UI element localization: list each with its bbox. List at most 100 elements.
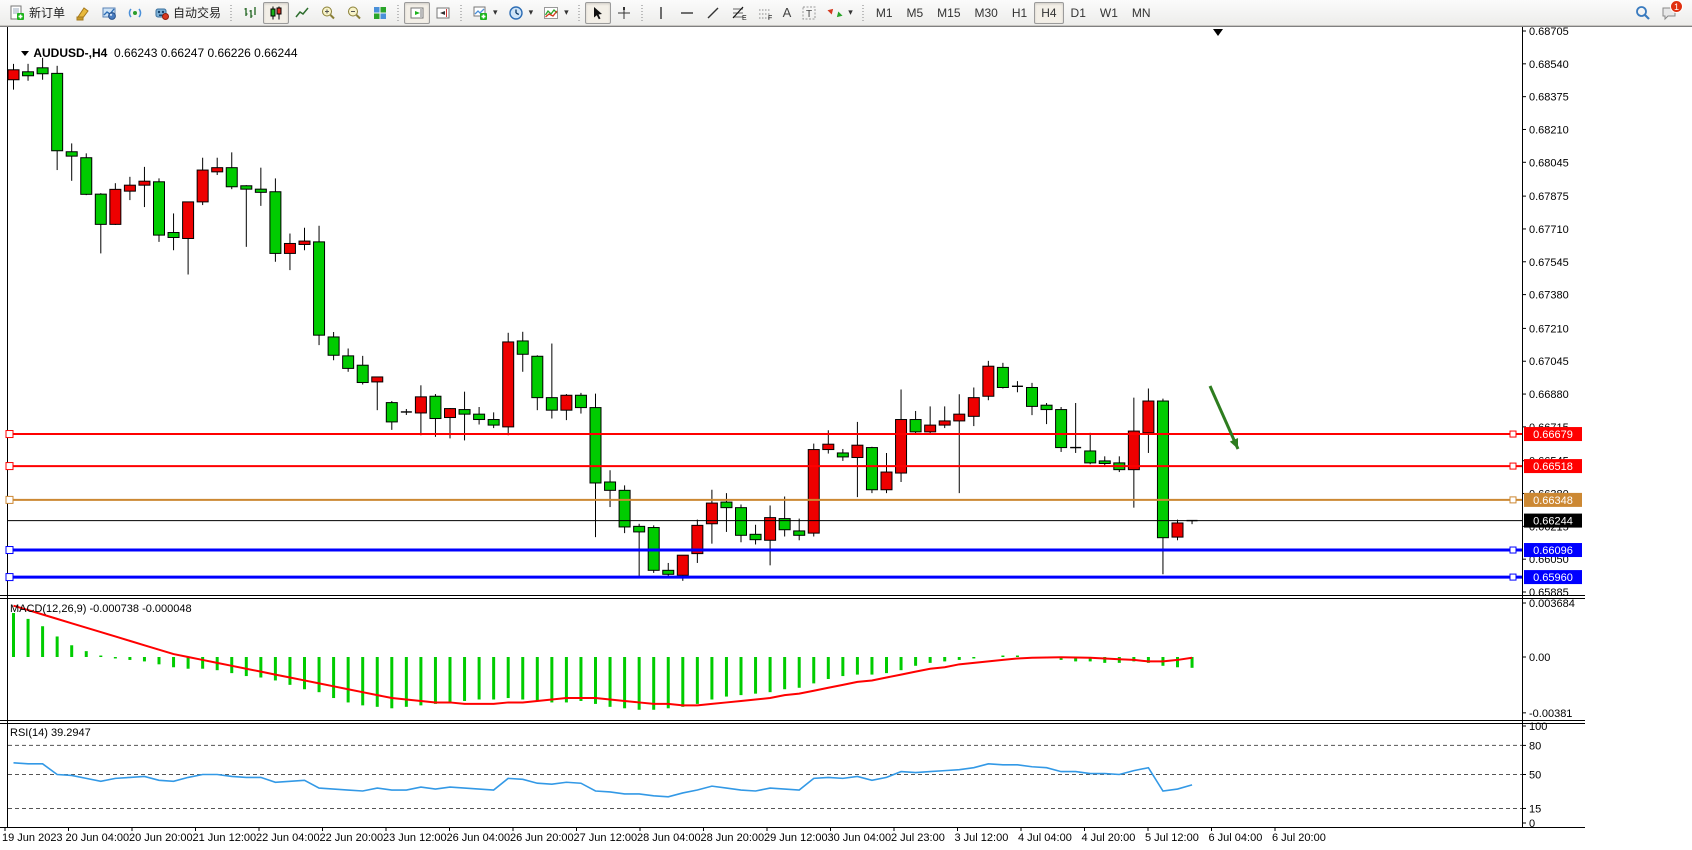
line-chart-icon	[294, 5, 310, 21]
candle-body	[721, 502, 732, 508]
auto-trading-button[interactable]: 自动交易	[148, 2, 226, 24]
symbol-collapse-icon[interactable]	[21, 51, 29, 56]
signals-button[interactable]	[122, 2, 148, 24]
rsi-tick-label: 80	[1529, 740, 1541, 752]
candle-body	[837, 453, 848, 457]
hline-left-handle[interactable]	[6, 574, 13, 581]
text-label-letter: T	[806, 9, 812, 20]
candlestick-chart-type-button[interactable]	[263, 2, 289, 24]
chat-bubble-icon: 1	[1661, 5, 1677, 21]
text-tool-label: A	[783, 5, 792, 20]
hline-left-handle[interactable]	[6, 547, 13, 554]
macd-tick-label: 0.00	[1529, 652, 1550, 664]
toolbar-separator	[228, 3, 235, 23]
candle-body	[663, 570, 674, 574]
search-button[interactable]	[1630, 2, 1656, 24]
price-tag-label: 0.66518	[1533, 461, 1573, 473]
metaeditor-button[interactable]	[70, 2, 96, 24]
svg-text:F: F	[768, 15, 772, 21]
new-chart-dropdown[interactable]: ▾	[467, 2, 503, 24]
timeframe-button-m15[interactable]: M15	[930, 2, 967, 24]
new-order-button[interactable]: 新订单	[4, 2, 70, 24]
candlestick-chart-icon	[268, 5, 284, 21]
candle-body	[212, 168, 223, 172]
candle-body	[590, 408, 601, 483]
chart-ohlc-values: 0.66243 0.66247 0.66226 0.66244	[114, 46, 298, 60]
chart-window[interactable]: 0.687050.685400.683750.682100.680450.678…	[0, 26, 1692, 850]
time-tick-label: 2 Jul 23:00	[891, 832, 945, 844]
vertical-line-tool-button[interactable]	[648, 2, 674, 24]
candle-body	[866, 448, 877, 490]
chart-shift-button[interactable]	[430, 2, 456, 24]
period-dropdown[interactable]: ▾	[503, 2, 539, 24]
new-order-icon	[9, 5, 25, 21]
candle-body	[750, 534, 761, 539]
price-tick-label: 0.66880	[1529, 389, 1569, 401]
hline-right-handle[interactable]	[1510, 431, 1516, 437]
candle-body	[1085, 451, 1096, 463]
arrows-tool-dropdown[interactable]: ▾	[822, 2, 858, 24]
timeframe-button-m5[interactable]: M5	[900, 2, 931, 24]
fibonacci-tool-button[interactable]: E	[726, 2, 752, 24]
hline-left-handle[interactable]	[6, 463, 13, 470]
indicators-dropdown[interactable]: ▾	[538, 2, 574, 24]
hline-right-handle[interactable]	[1510, 497, 1516, 503]
horizontal-line-tool-button[interactable]	[674, 2, 700, 24]
candle-body	[110, 189, 121, 224]
auto-trading-label: 自动交易	[173, 4, 221, 21]
bar-chart-type-button[interactable]	[237, 2, 263, 24]
price-tag-label: 0.66348	[1533, 495, 1573, 507]
text-tool-button[interactable]: A	[778, 2, 797, 24]
toolbar-separator	[860, 3, 867, 23]
chart-canvas[interactable]: 0.687050.685400.683750.682100.680450.678…	[0, 26, 1692, 850]
candle-body	[255, 189, 266, 192]
timeframe-button-w1[interactable]: W1	[1093, 2, 1125, 24]
candle-body	[1128, 431, 1139, 470]
notifications-button[interactable]: 1	[1656, 2, 1682, 24]
time-tick-label: 5 Jul 12:00	[1145, 832, 1199, 844]
top-toolbar: 新订单 自动交易	[0, 0, 1692, 26]
time-tick-label: 26 Jun 04:00	[447, 832, 511, 844]
time-tick-label: 20 Jun 20:00	[129, 832, 193, 844]
timeframe-button-d1[interactable]: D1	[1064, 2, 1093, 24]
candle-body	[925, 425, 936, 432]
candle-body	[677, 555, 688, 575]
candle-body	[474, 414, 485, 419]
timeframe-button-m30[interactable]: M30	[968, 2, 1005, 24]
candle-body	[372, 377, 383, 382]
trendline-tool-button[interactable]	[700, 2, 726, 24]
text-label-tool-button[interactable]: T	[796, 2, 822, 24]
auto-scroll-button[interactable]	[404, 2, 430, 24]
trendline-icon	[705, 5, 721, 21]
hline-left-handle[interactable]	[6, 431, 13, 438]
timeframe-button-h4[interactable]: H4	[1034, 2, 1063, 24]
candle-body	[314, 242, 325, 335]
tile-windows-button[interactable]	[367, 2, 393, 24]
time-tick-label: 23 Jun 12:00	[383, 832, 447, 844]
candle-body	[968, 398, 979, 417]
hline-right-handle[interactable]	[1510, 463, 1516, 469]
hline-left-handle[interactable]	[6, 496, 13, 503]
candle-body	[95, 194, 106, 224]
timeframe-button-h1[interactable]: H1	[1005, 2, 1034, 24]
zoom-out-button[interactable]	[341, 2, 367, 24]
hline-right-handle[interactable]	[1510, 547, 1516, 553]
zoom-in-button[interactable]	[315, 2, 341, 24]
price-tick-label: 0.68045	[1529, 157, 1569, 169]
line-chart-type-button[interactable]	[289, 2, 315, 24]
candle-body	[575, 395, 586, 407]
rsi-tick-label: 0	[1529, 818, 1535, 830]
grid-tool-button[interactable]: F	[752, 2, 778, 24]
cursor-tool-button[interactable]	[585, 2, 611, 24]
hline-right-handle[interactable]	[1510, 574, 1516, 580]
time-tick-label: 29 Jun 12:00	[764, 832, 828, 844]
timeframe-button-mn[interactable]: MN	[1125, 2, 1158, 24]
candle-body	[154, 182, 165, 235]
candle-body	[1041, 405, 1052, 409]
timeframe-button-m1[interactable]: M1	[869, 2, 900, 24]
tile-windows-icon	[372, 5, 388, 21]
crosshair-tool-button[interactable]	[611, 2, 637, 24]
time-tick-label: 19 Jun 2023	[2, 832, 63, 844]
strategy-tester-button[interactable]	[96, 2, 122, 24]
time-tick-label: 27 Jun 12:00	[574, 832, 638, 844]
